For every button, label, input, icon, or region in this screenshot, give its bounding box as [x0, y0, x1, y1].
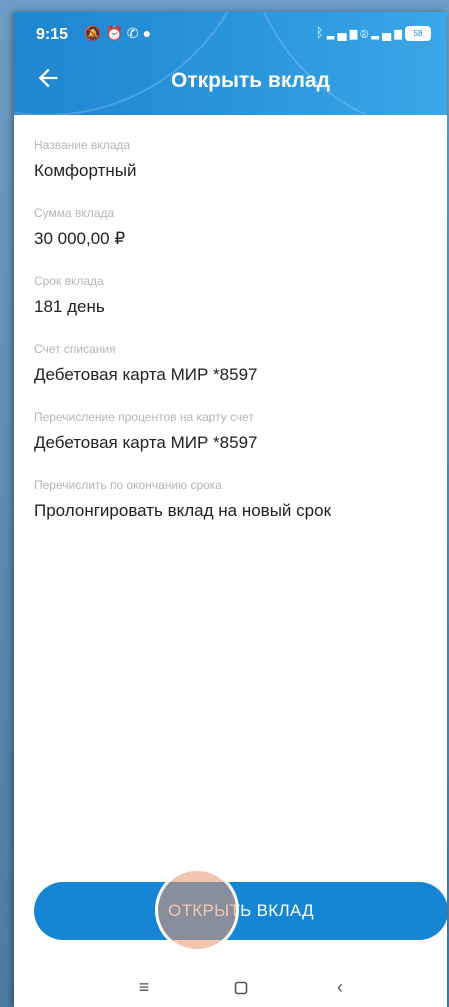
system-nav-bar: ≡ ‹: [14, 972, 447, 1007]
device-frame: 9:15 🔕⏰✆● ᛒ▂▄▆Ⓡ▂▄▆ 58 Открыть вклад Назва…: [0, 0, 449, 1007]
field-label: Название вклада: [34, 138, 131, 152]
status-bar: 9:15 🔕⏰✆● ᛒ▂▄▆Ⓡ▂▄▆ 58: [14, 12, 447, 52]
field-label: Сумма вклада: [34, 206, 115, 220]
alarm-icon: ⏰: [105, 25, 127, 41]
open-deposit-button[interactable]: ОТКРЫТЬ ВКЛАД: [34, 882, 447, 940]
field-value: 30 000,00 ₽: [34, 229, 126, 248]
status-system-icons: ᛒ▂▄▆Ⓡ▂▄▆ 58: [315, 25, 431, 42]
field-deposit-name: Название вклада Комфортный: [34, 137, 434, 183]
field-debit-account: Счет списания Дебетовая карта МИР *8597: [34, 341, 434, 387]
field-value: Пролонгировать вклад на новый срок: [34, 501, 332, 520]
field-value: Комфортный: [34, 161, 137, 180]
field-label: Перечислить по окончанию срока: [34, 478, 222, 492]
signal-4g-icon: ▂▄▆: [326, 25, 361, 40]
field-label: Срок вклада: [34, 274, 104, 288]
status-notification-icons: 🔕⏰✆●: [84, 25, 155, 42]
field-label: Перечисление процентов на карту счет: [34, 410, 254, 424]
phone-screen: 9:15 🔕⏰✆● ᛒ▂▄▆Ⓡ▂▄▆ 58 Открыть вклад Назва…: [14, 12, 447, 1007]
field-value: Дебетовая карта МИР *8597: [34, 365, 258, 384]
page-title: Открыть вклад: [171, 69, 330, 92]
home-square-icon[interactable]: [221, 972, 261, 1002]
status-time: 9:15: [36, 26, 69, 43]
field-value: 181 день: [34, 297, 105, 316]
chat-icon: ●: [142, 25, 156, 41]
app-header: 9:15 🔕⏰✆● ᛒ▂▄▆Ⓡ▂▄▆ 58 Открыть вклад: [14, 12, 447, 115]
signal-icon: ▂▄▆: [371, 25, 405, 40]
field-value: Дебетовая карта МИР *8597: [34, 433, 258, 452]
whatsapp-icon: ✆: [126, 25, 143, 41]
field-deposit-amount: Сумма вклада 30 000,00 ₽: [34, 205, 434, 251]
field-label: Счет списания: [34, 342, 116, 356]
menu-icon[interactable]: ≡: [124, 972, 164, 1002]
field-deposit-term: Срок вклада 181 день: [34, 273, 434, 319]
deposit-details: Название вклада Комфортный Сумма вклада …: [34, 137, 434, 523]
mute-icon: 🔕: [84, 25, 106, 41]
bluetooth-icon: ᛒ: [315, 25, 327, 40]
field-interest-account: Перечисление процентов на карту счет Деб…: [34, 409, 434, 455]
back-chevron-icon[interactable]: ‹: [320, 972, 360, 1002]
r-icon: Ⓡ: [360, 25, 372, 40]
battery-icon: 58: [405, 26, 431, 42]
field-term-end-action: Перечислить по окончанию срока Пролонгир…: [34, 477, 434, 523]
